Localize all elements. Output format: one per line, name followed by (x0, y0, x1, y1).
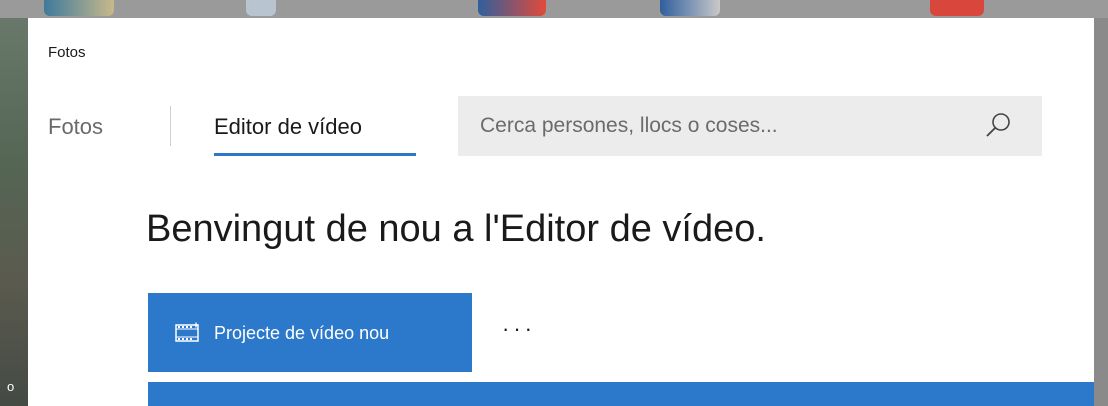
video-project-icon (175, 322, 199, 342)
content-banner (148, 382, 1094, 406)
desktop-shortcut-icon[interactable] (44, 0, 114, 16)
desktop-shortcut-icon[interactable] (930, 0, 984, 16)
page-title: Benvingut de nou a l'Editor de vídeo. (146, 208, 766, 250)
search-icon[interactable] (982, 110, 1014, 142)
new-video-project-label: Projecte de vídeo nou (214, 323, 390, 343)
search-placeholder: Cerca persones, llocs o coses... (480, 114, 778, 137)
new-video-project-button[interactable]: Projecte de vídeo nou (148, 293, 472, 372)
nav-divider (170, 106, 171, 146)
tab-video-editor[interactable]: Editor de vídeo (214, 114, 362, 140)
app-title: Fotos (48, 44, 86, 61)
more-options-button[interactable]: ··· (498, 316, 544, 348)
more-options-icon: ··· (502, 316, 536, 341)
desktop-icons-strip (0, 0, 1108, 18)
desktop-shortcut-icon[interactable] (478, 0, 546, 16)
photos-app-window: Fotos Fotos Editor de vídeo Cerca person… (28, 18, 1094, 406)
desktop-shortcut-icon[interactable] (246, 0, 276, 16)
desktop-shortcut-icon[interactable] (660, 0, 720, 16)
desktop-wallpaper-edge (0, 0, 28, 406)
desktop-right-edge (1094, 0, 1108, 406)
search-input[interactable]: Cerca persones, llocs o coses... (458, 96, 1042, 156)
desktop-label: o (7, 379, 15, 394)
tab-fotos[interactable]: Fotos (48, 114, 103, 140)
selected-tab-indicator (214, 153, 416, 156)
